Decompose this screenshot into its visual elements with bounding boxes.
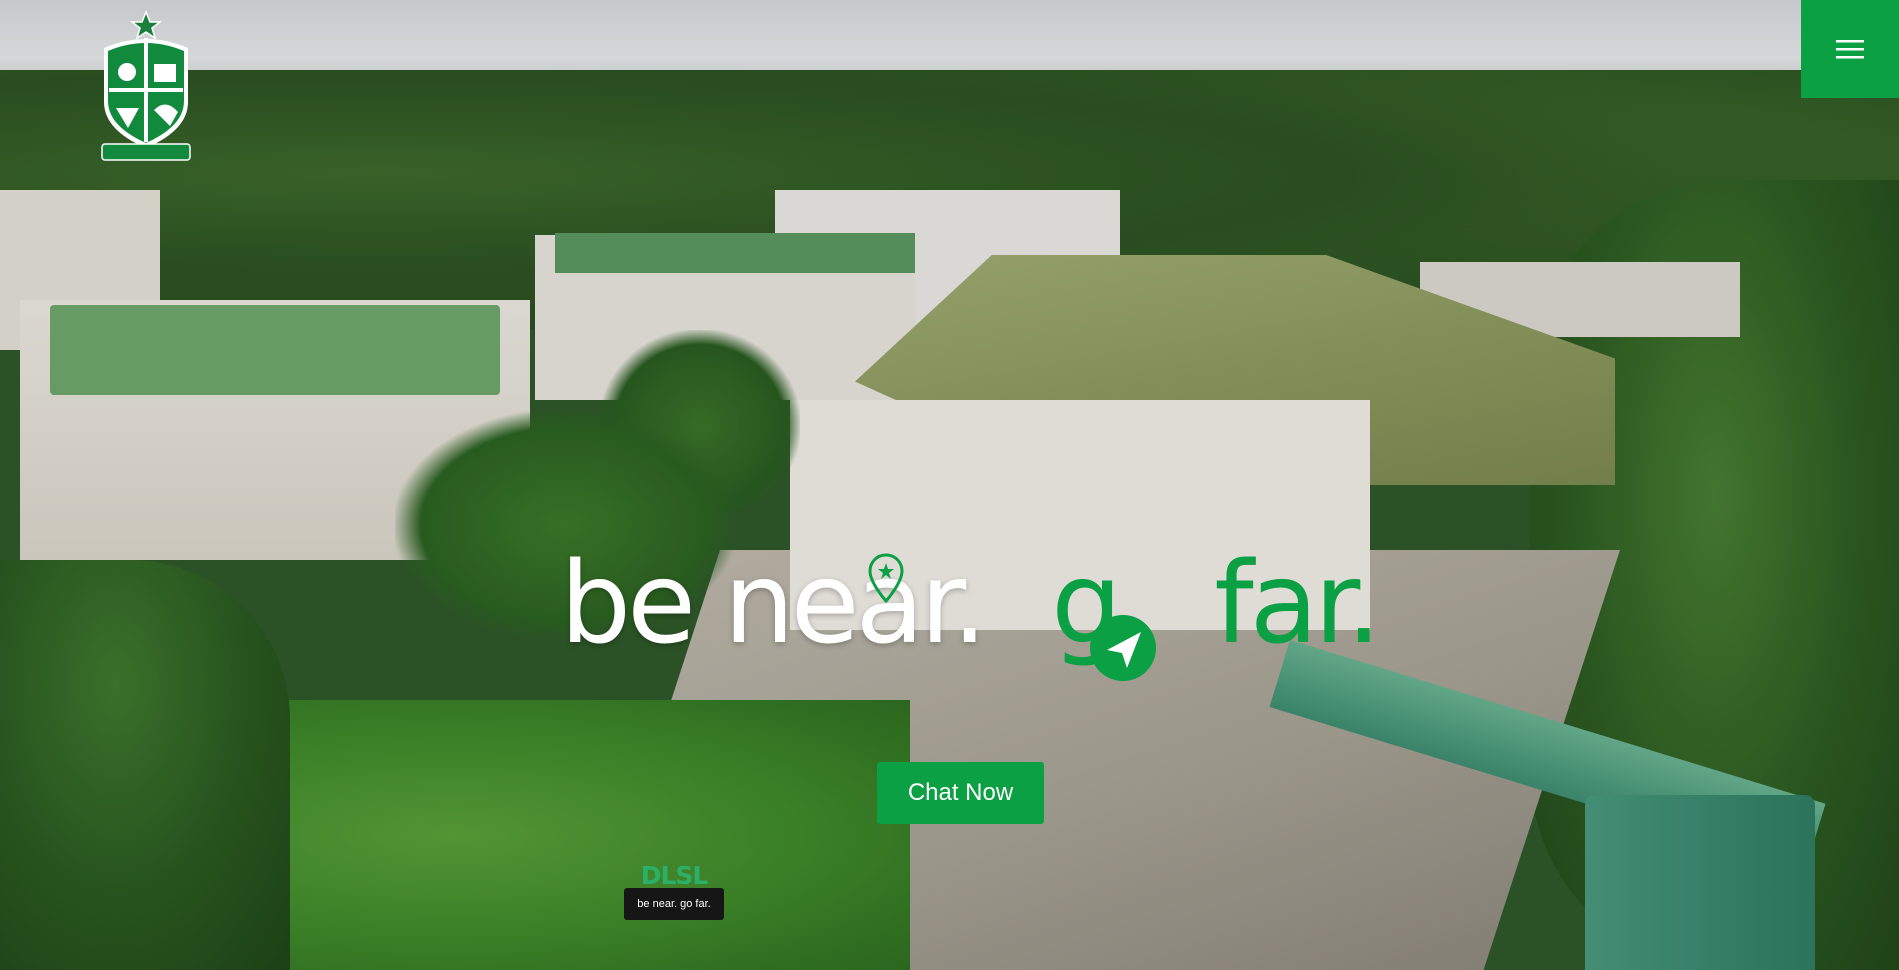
tagline-far: far. xyxy=(1214,539,1381,669)
site-logo[interactable] xyxy=(94,9,198,166)
map-pin-icon xyxy=(868,553,904,604)
sign-letters: DLSL xyxy=(640,861,709,890)
sign-plate: be near. go far. xyxy=(624,888,724,920)
photo-shade xyxy=(0,0,1899,970)
tagline-be-near: be near. xyxy=(560,539,987,669)
menu-button[interactable] xyxy=(1801,0,1899,98)
hamburger-menu-icon xyxy=(1836,40,1864,59)
campus-sign: DLSL be near. go far. xyxy=(624,862,724,920)
hero-tagline: be near. g far. xyxy=(560,548,1382,688)
school-crest-icon xyxy=(101,9,191,161)
hero-background-photo xyxy=(0,0,1899,970)
location-arrow-icon xyxy=(1090,615,1156,681)
chat-now-button[interactable]: Chat Now xyxy=(877,762,1044,824)
